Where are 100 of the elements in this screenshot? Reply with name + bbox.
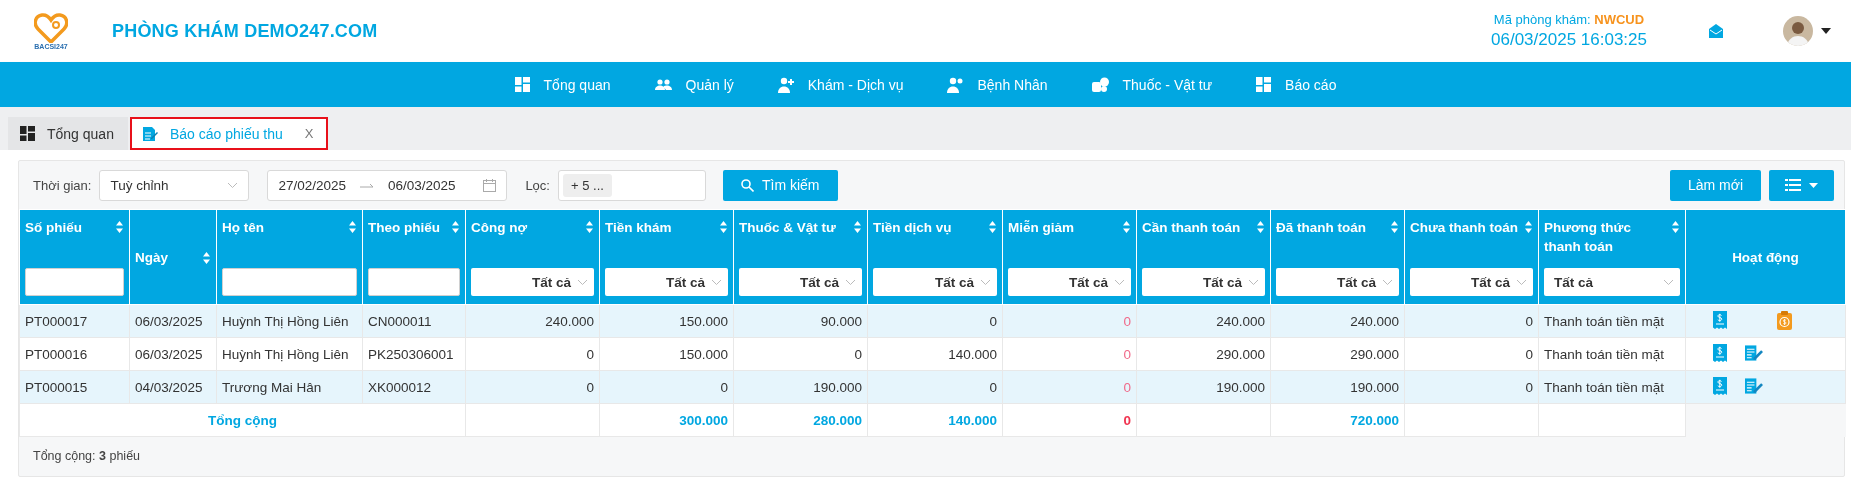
chevron-down-icon bbox=[1516, 278, 1527, 286]
column-header[interactable]: Tiền dịch vụ Tất cả bbox=[867, 209, 1003, 305]
sort-icon[interactable] bbox=[1671, 220, 1680, 234]
table-cell: PT000017 bbox=[19, 304, 130, 338]
filter-input[interactable] bbox=[222, 268, 357, 296]
table-cell: 0 bbox=[1002, 304, 1137, 338]
table-cell: Thanh toán tiền mặt bbox=[1538, 304, 1686, 338]
table-cell: Thanh toán tiền mặt bbox=[1538, 337, 1686, 371]
table-cell: 0 bbox=[1002, 337, 1137, 371]
person-icon bbox=[777, 76, 794, 93]
column-header[interactable]: Chưa thanh toán Tất cả bbox=[1404, 209, 1539, 305]
document-edit-icon bbox=[141, 125, 158, 142]
date-range-field[interactable]: 27/02/2025 06/03/2025 bbox=[267, 169, 508, 201]
chevron-down-icon bbox=[1248, 278, 1259, 286]
clinic-name: PHÒNG KHÁM DEMO247.COM bbox=[112, 20, 378, 42]
sort-icon[interactable] bbox=[1524, 220, 1533, 234]
column-header[interactable]: Miễn giảm Tất cả bbox=[1002, 209, 1137, 305]
list-icon bbox=[1785, 179, 1801, 191]
caret-down-icon[interactable] bbox=[1821, 28, 1831, 34]
dashboard-icon bbox=[20, 126, 35, 141]
filter-input[interactable] bbox=[368, 268, 460, 296]
dollar-receipt-icon[interactable] bbox=[1713, 377, 1727, 395]
table-cell: 0 bbox=[465, 337, 600, 371]
sort-icon[interactable] bbox=[348, 220, 357, 234]
table-cell: 0 bbox=[733, 337, 868, 371]
sort-icon[interactable] bbox=[719, 220, 728, 234]
dashboard-icon bbox=[514, 77, 530, 92]
table-cell: 240.000 bbox=[465, 304, 600, 338]
sort-icon[interactable] bbox=[1256, 220, 1265, 234]
table-cell: 290.000 bbox=[1270, 337, 1405, 371]
table-cell: 150.000 bbox=[599, 337, 734, 371]
sort-icon[interactable] bbox=[1122, 220, 1131, 234]
column-header[interactable]: Đã thanh toán Tất cả bbox=[1270, 209, 1405, 305]
date-time: 06/03/2025 16:03:25 bbox=[1491, 30, 1647, 50]
sort-icon[interactable] bbox=[115, 220, 124, 234]
chevron-down-icon bbox=[845, 278, 856, 286]
calendar-icon bbox=[483, 178, 497, 192]
tab[interactable]: Tổng quan bbox=[8, 117, 128, 150]
dollar-receipt-icon[interactable] bbox=[1713, 344, 1727, 362]
filter-select[interactable]: Tất cả bbox=[1142, 268, 1265, 296]
total-label: Tổng cộng bbox=[19, 403, 466, 437]
column-header[interactable]: Công nợ Tất cả bbox=[465, 209, 600, 305]
time-label: Thời gian: bbox=[33, 177, 92, 193]
table-cell: 140.000 bbox=[867, 337, 1003, 371]
table-cell: 04/03/2025 bbox=[129, 370, 217, 404]
column-header[interactable]: Thuốc & Vật tư Tất cả bbox=[733, 209, 868, 305]
chevron-down-icon bbox=[1382, 278, 1393, 286]
sort-icon[interactable] bbox=[988, 220, 997, 234]
column-menu-button[interactable] bbox=[1769, 169, 1834, 201]
table-cell: 190.000 bbox=[1270, 370, 1405, 404]
caret-down-icon bbox=[1809, 182, 1818, 188]
sort-icon[interactable] bbox=[202, 251, 211, 265]
table-cell: 0 bbox=[867, 370, 1003, 404]
filter-select[interactable]: Tất cả bbox=[471, 268, 594, 296]
pills-icon bbox=[1091, 77, 1109, 92]
sort-icon[interactable] bbox=[853, 220, 862, 234]
filter-select[interactable]: Tất cả bbox=[1544, 268, 1680, 296]
chevron-down-icon bbox=[577, 278, 588, 286]
table-cell: 0 bbox=[867, 304, 1003, 338]
total-cell: 300.000 bbox=[599, 403, 734, 437]
table-cell: 0 bbox=[1002, 370, 1137, 404]
column-header[interactable]: Tiền khám Tất cả bbox=[599, 209, 734, 305]
table-cell: Thanh toán tiền mặt bbox=[1538, 370, 1686, 404]
dollar-receipt-icon[interactable] bbox=[1713, 311, 1727, 329]
filter-select[interactable]: Tất cả bbox=[1276, 268, 1399, 296]
filter-select[interactable]: Tất cả bbox=[1008, 268, 1131, 296]
table-cell: Huỳnh Thị Hồng Liên bbox=[216, 337, 363, 371]
filter-input[interactable] bbox=[25, 268, 124, 296]
sort-icon[interactable] bbox=[585, 220, 594, 234]
user-avatar[interactable] bbox=[1783, 16, 1813, 46]
filter-select[interactable]: Tất cả bbox=[873, 268, 997, 296]
table-cell: 150.000 bbox=[599, 304, 734, 338]
table-cell: 240.000 bbox=[1270, 304, 1405, 338]
total-cell: 140.000 bbox=[867, 403, 1003, 437]
column-header[interactable]: Cần thanh toán Tất cả bbox=[1136, 209, 1271, 305]
table-cell: 0 bbox=[599, 370, 734, 404]
tab[interactable]: Báo cáo phiếu thu X bbox=[129, 117, 328, 150]
dashboard-icon bbox=[1256, 77, 1272, 92]
sort-icon[interactable] bbox=[1390, 220, 1399, 234]
document-edit-icon[interactable] bbox=[1745, 344, 1763, 362]
table-cell: 90.000 bbox=[733, 304, 868, 338]
filter-select[interactable]: Tất cả bbox=[739, 268, 862, 296]
close-icon[interactable]: X bbox=[304, 126, 314, 141]
document-edit-icon[interactable] bbox=[1745, 377, 1763, 395]
table-cell: 290.000 bbox=[1136, 337, 1271, 371]
chevron-down-icon bbox=[1663, 278, 1674, 286]
filter-field[interactable]: + 5 ... bbox=[557, 169, 706, 201]
sort-icon[interactable] bbox=[451, 220, 460, 234]
table-cell: 240.000 bbox=[1136, 304, 1271, 338]
mail-icon[interactable] bbox=[1709, 24, 1723, 38]
chevron-down-icon bbox=[980, 278, 991, 286]
column-header[interactable]: Phương thức thanh toán Tất cả bbox=[1538, 209, 1686, 305]
table-cell: 06/03/2025 bbox=[129, 304, 217, 338]
table-cell: 0 bbox=[465, 370, 600, 404]
filter-select[interactable]: Tất cả bbox=[605, 268, 728, 296]
filter-select[interactable]: Tất cả bbox=[1410, 268, 1533, 296]
time-select[interactable]: Tuỳ chỉnh bbox=[99, 169, 250, 201]
table-cell: XK000012 bbox=[362, 370, 466, 404]
dollar-clipboard-icon[interactable] bbox=[1777, 311, 1792, 330]
table-cell: 06/03/2025 bbox=[129, 337, 217, 371]
